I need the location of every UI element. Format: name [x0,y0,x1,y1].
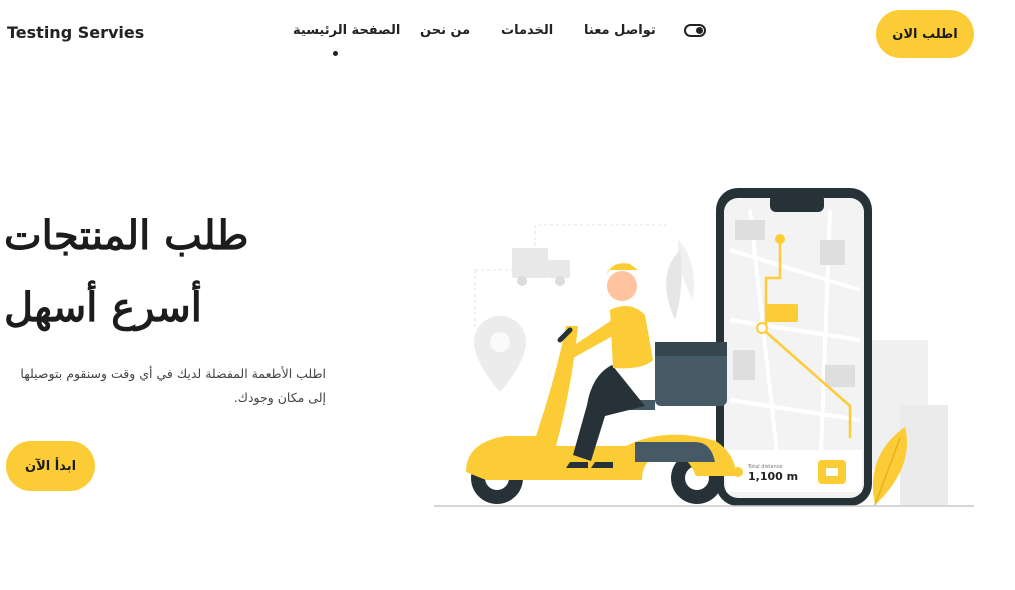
hero-description: اطلب الأطعمة المفضلة لديك في أي وقت وسنق… [20,366,326,405]
nav-active-indicator [333,51,338,56]
nav-about[interactable]: من نحن [420,23,470,38]
nav-contact[interactable]: تواصل معنا [584,23,656,38]
hero-title-line1: طلب المنتجات [4,212,249,259]
nav-services[interactable]: الخدمات [501,23,553,38]
theme-toggle[interactable] [684,24,706,37]
nav-home[interactable]: الصفحة الرئيسية [293,23,400,38]
delivery-illustration: Total distance 1,100 m [434,188,974,507]
toggle-knob-icon [696,27,703,34]
order-now-button[interactable]: اطلب الان [876,10,974,58]
truck-icon [512,248,570,286]
brand-logo[interactable]: Testing Servies [7,23,144,42]
hero-title-line2: أسرع أسهل [4,284,202,331]
start-now-button[interactable]: ابدأ الآن [6,441,95,491]
distance-value: 1,100 m [748,470,798,483]
phone-icon: Total distance 1,100 m [716,188,872,506]
location-pin-icon [474,316,526,392]
